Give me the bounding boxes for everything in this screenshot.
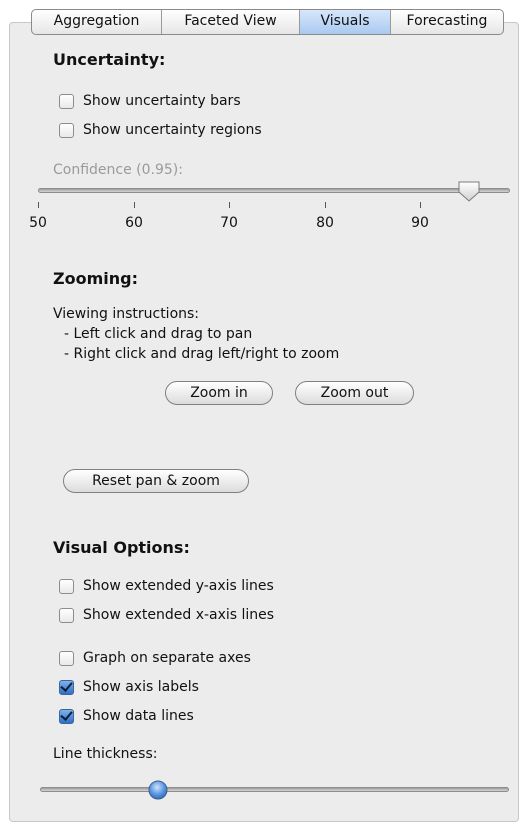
line-thickness-label: Line thickness:: [53, 746, 158, 762]
visual-options-heading: Visual Options:: [53, 538, 190, 557]
instruction-pan: - Left click and drag to pan: [64, 326, 253, 342]
confidence-tick: [420, 202, 421, 208]
tab-aggregation[interactable]: Aggregation: [32, 10, 161, 34]
tab-visuals[interactable]: Visuals: [299, 10, 390, 34]
line-thickness-slider-knob[interactable]: [147, 779, 169, 801]
show-data-lines-checkbox[interactable]: [59, 709, 74, 724]
visuals-panel: [9, 22, 519, 822]
show-extended-x-axis-lines-label: Show extended x-axis lines: [83, 607, 275, 623]
confidence-tick-label: 90: [411, 215, 429, 231]
confidence-tick-label: 60: [125, 215, 143, 231]
reset-pan-zoom-button[interactable]: Reset pan & zoom: [63, 469, 249, 493]
line-thickness-slider-track[interactable]: [40, 787, 509, 792]
confidence-tick-label: 50: [29, 215, 47, 231]
tab-bar: Aggregation Faceted View Visuals Forecas…: [31, 9, 504, 35]
show-uncertainty-regions-checkbox[interactable]: [59, 123, 74, 138]
show-extended-y-axis-lines-label: Show extended y-axis lines: [83, 578, 274, 594]
confidence-tick: [325, 202, 326, 208]
graph-on-separate-axes-checkbox[interactable]: [59, 651, 74, 666]
uncertainty-heading: Uncertainty:: [53, 50, 166, 69]
confidence-tick: [229, 202, 230, 208]
zoom-in-button[interactable]: Zoom in: [165, 381, 273, 405]
tab-faceted-view[interactable]: Faceted View: [161, 10, 299, 34]
confidence-tick: [134, 202, 135, 208]
instruction-zoom: - Right click and drag left/right to zoo…: [64, 346, 340, 362]
show-data-lines-label: Show data lines: [83, 708, 194, 724]
show-axis-labels-checkbox[interactable]: [59, 680, 74, 695]
confidence-tick-label: 80: [316, 215, 334, 231]
viewing-instructions-title: Viewing instructions:: [53, 306, 200, 322]
zooming-heading: Zooming:: [53, 269, 138, 288]
show-uncertainty-regions-label: Show uncertainty regions: [83, 122, 262, 138]
graph-on-separate-axes-label: Graph on separate axes: [83, 650, 251, 666]
confidence-tick: [38, 202, 39, 208]
confidence-slider-knob[interactable]: [457, 180, 483, 204]
confidence-slider-track[interactable]: [38, 188, 510, 193]
show-uncertainty-bars-checkbox[interactable]: [59, 94, 74, 109]
zoom-out-button[interactable]: Zoom out: [295, 381, 414, 405]
tab-forecasting[interactable]: Forecasting: [390, 10, 503, 34]
show-axis-labels-label: Show axis labels: [83, 679, 199, 695]
show-uncertainty-bars-label: Show uncertainty bars: [83, 93, 241, 109]
show-extended-x-axis-lines-checkbox[interactable]: [59, 608, 74, 623]
confidence-tick-label: 70: [220, 215, 238, 231]
confidence-label: Confidence (0.95):: [53, 162, 183, 178]
show-extended-y-axis-lines-checkbox[interactable]: [59, 579, 74, 594]
